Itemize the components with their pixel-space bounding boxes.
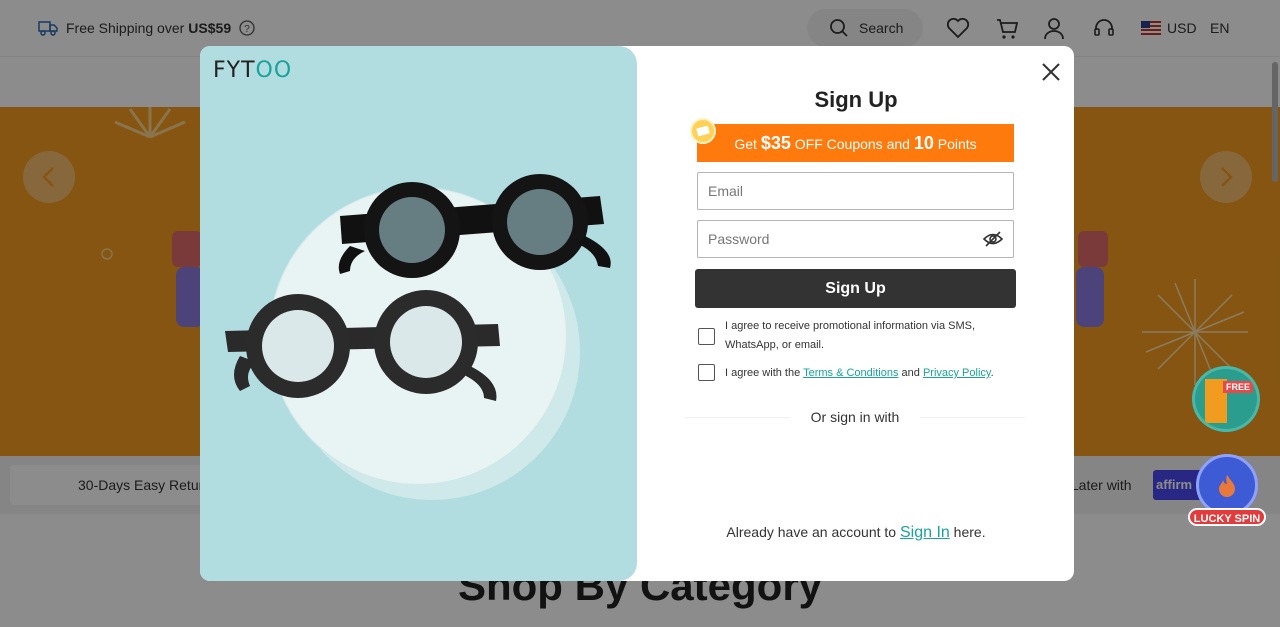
brand-name-accent: OO — [255, 58, 293, 83]
terms-checkbox[interactable] — [698, 364, 715, 381]
lucky-spin-label: LUCKY SPIN — [1188, 508, 1266, 526]
sign-in-suffix: here. — [953, 524, 986, 540]
privacy-link[interactable]: Privacy Policy — [923, 367, 991, 379]
free-tag: FREE — [1223, 381, 1254, 393]
spin-wheel-icon — [1196, 454, 1258, 516]
coupon-icon — [690, 118, 716, 144]
lucky-spin-widget[interactable]: LUCKY SPIN — [1188, 448, 1268, 528]
email-field[interactable] — [697, 172, 1014, 210]
terms-label: I agree with the Terms & Conditions and … — [725, 364, 994, 383]
password-field[interactable] — [697, 220, 1014, 258]
promo-banner: Get $35 OFF Coupons and 10 Points — [697, 124, 1014, 162]
terms-link[interactable]: Terms & Conditions — [803, 367, 898, 379]
promo-prefix: Get — [734, 136, 757, 152]
promo-amount: $35 — [760, 133, 791, 153]
promo-middle: OFF Coupons and — [794, 136, 910, 152]
promo-consent-checkbox[interactable] — [698, 328, 715, 345]
email-input[interactable] — [698, 173, 1013, 209]
signup-modal: FYTOO Sign Up Get $35 OFF Coupons and 10… — [200, 46, 1074, 581]
brand-logo: FYTOO — [213, 58, 292, 83]
flame-icon — [1219, 475, 1235, 497]
close-icon[interactable] — [1039, 60, 1063, 84]
eyeglasses-image-icon — [225, 174, 611, 401]
sign-in-link[interactable]: Sign In — [900, 524, 950, 541]
sign-in-prompt: Already have an account to Sign In here. — [697, 524, 1015, 542]
terms-period: . — [990, 367, 994, 379]
free-gift-widget[interactable]: FREE — [1192, 366, 1260, 432]
terms-and: and — [901, 367, 920, 379]
brand-name: FYT — [213, 58, 256, 83]
password-input[interactable] — [698, 221, 1013, 257]
eye-off-icon[interactable] — [983, 230, 1003, 248]
or-sign-in-label: Or sign in with — [790, 409, 920, 425]
modal-title: Sign Up — [814, 87, 898, 112]
promo-consent-label: I agree to receive promotional informati… — [725, 320, 976, 351]
product-image: FYTOO — [200, 46, 637, 581]
promo-points: 10 — [913, 133, 934, 153]
sign-in-prefix: Already have an account to — [726, 524, 897, 540]
terms-prefix: I agree with the — [725, 367, 801, 379]
promo-suffix: Points — [937, 136, 977, 152]
sign-up-button[interactable]: Sign Up — [695, 269, 1016, 308]
